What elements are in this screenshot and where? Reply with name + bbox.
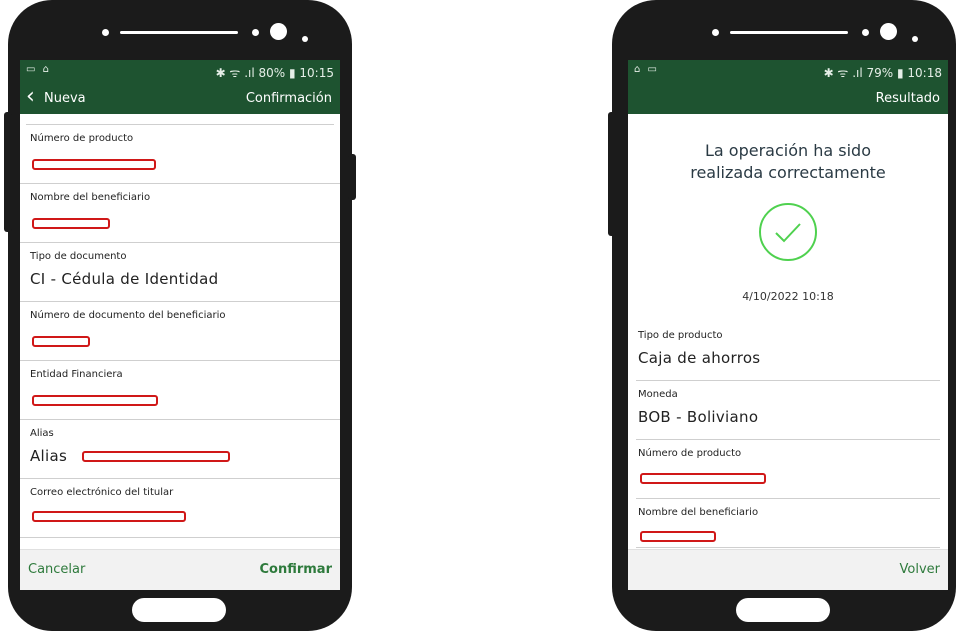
- field-label: Nombre del beneficiario: [638, 507, 759, 518]
- sensor-dot: [252, 29, 259, 36]
- redaction-mark: [32, 218, 110, 229]
- field-value: CI - Cédula de Identidad: [30, 270, 219, 288]
- field-holder-email: Correo electrónico del titular: [20, 479, 340, 538]
- speaker-grille: [730, 31, 848, 34]
- field-beneficiary-name: Nombre del beneficiario: [20, 184, 340, 243]
- field-document-type: Tipo de documento CI - Cédula de Identid…: [20, 243, 340, 302]
- home-button[interactable]: [132, 598, 226, 622]
- confirm-button[interactable]: Confirmar: [259, 562, 332, 577]
- redaction-mark: [32, 511, 186, 522]
- field-value: Alias: [30, 447, 68, 465]
- speaker-grille: [120, 31, 238, 34]
- notification-icons: ⌂ ▭: [634, 64, 659, 75]
- field-product-number: Número de producto: [636, 440, 940, 499]
- status-indicators: ✱ ᯤ .ıl 80% ▮ 10:15: [215, 66, 334, 80]
- action-bar: Cancelar Confirmar: [20, 549, 340, 590]
- field-value: BOB - Boliviano: [638, 408, 759, 426]
- sensor-dot: [912, 36, 918, 42]
- field-product-type: Tipo de producto Caja de ahorros: [636, 322, 940, 381]
- app-bar: ‹ Nueva Confirmación: [20, 84, 340, 114]
- right-phone: ⌂ ▭ ✱ ᯤ .ıl 79% ▮ 10:18 Resultado La ope…: [608, 0, 956, 631]
- sensor-dot: [102, 29, 109, 36]
- cancel-button[interactable]: Cancelar: [28, 562, 85, 577]
- screen: ⌂ ▭ ✱ ᯤ .ıl 79% ▮ 10:18 Resultado La ope…: [628, 60, 948, 590]
- operation-date: 4/10/2022 10:18: [742, 290, 834, 303]
- field-label: Número de producto: [30, 133, 134, 144]
- field-label: Tipo de documento: [30, 251, 127, 262]
- field-financial-entity: Entidad Financiera: [20, 361, 340, 420]
- field-label: Correo electrónico del titular: [30, 487, 174, 498]
- status-indicators: ✱ ᯤ .ıl 79% ▮ 10:18: [823, 66, 942, 80]
- page-title: Resultado: [875, 91, 940, 106]
- field-currency: Moneda BOB - Boliviano: [636, 381, 940, 440]
- field-value: Caja de ahorros: [638, 349, 761, 367]
- action-bar: Volver: [628, 549, 948, 590]
- redaction-mark: [82, 451, 230, 462]
- field-label: Número de documento del beneficiario: [30, 310, 226, 321]
- side-button: [348, 154, 356, 200]
- field-alias: Alias Alias: [20, 420, 340, 479]
- sensor-dot: [862, 29, 869, 36]
- field-label: Tipo de producto: [638, 330, 723, 341]
- back-chevron-icon[interactable]: ‹: [26, 86, 35, 108]
- status-bar: ▭ ⌂ ✱ ᯤ .ıl 80% ▮ 10:15: [20, 60, 340, 84]
- redaction-mark: [32, 336, 90, 347]
- home-button[interactable]: [736, 598, 830, 622]
- field-beneficiary-name: Nombre del beneficiario: [636, 499, 940, 548]
- confirmation-form: Número de producto Nombre del beneficiar…: [20, 114, 340, 544]
- field-label: Moneda: [638, 389, 678, 400]
- side-button: [4, 112, 12, 232]
- field-product-number: Número de producto: [20, 125, 340, 184]
- redaction-mark: [32, 159, 156, 170]
- check-circle-icon: [759, 203, 817, 261]
- left-phone: ▭ ⌂ ✱ ᯤ .ıl 80% ▮ 10:15 ‹ Nueva Confirma…: [4, 0, 356, 631]
- redaction-mark: [640, 473, 766, 484]
- redaction-mark: [32, 395, 158, 406]
- front-camera: [270, 23, 287, 40]
- success-message: La operación ha sido realizada correctam…: [690, 141, 886, 182]
- front-camera: [880, 23, 897, 40]
- screen: ▭ ⌂ ✱ ᯤ .ıl 80% ▮ 10:15 ‹ Nueva Confirma…: [20, 60, 340, 590]
- field-label: Número de producto: [638, 448, 742, 459]
- side-button: [608, 112, 616, 236]
- sensor-dot: [302, 36, 308, 42]
- app-bar: Resultado: [628, 84, 948, 114]
- field-label: Nombre del beneficiario: [30, 192, 151, 203]
- redaction-mark: [640, 531, 716, 542]
- page-title: Confirmación: [245, 91, 332, 106]
- sensor-dot: [712, 29, 719, 36]
- status-bar: ⌂ ▭ ✱ ᯤ .ıl 79% ▮ 10:18: [628, 60, 948, 84]
- result-view: La operación ha sido realizada correctam…: [628, 114, 948, 550]
- notification-icons: ▭ ⌂: [26, 64, 51, 75]
- back-button[interactable]: Volver: [900, 562, 941, 577]
- field-label: Entidad Financiera: [30, 369, 123, 380]
- field-document-number: Número de documento del beneficiario: [20, 302, 340, 361]
- field-label: Alias: [30, 428, 54, 439]
- back-button[interactable]: Nueva: [44, 91, 86, 106]
